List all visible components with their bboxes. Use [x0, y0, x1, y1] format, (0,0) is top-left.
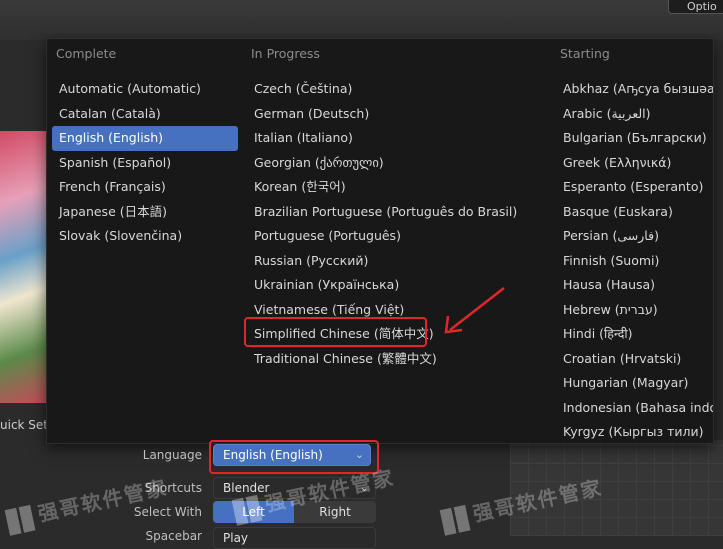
language-menu: Complete In Progress Starting Automatic …: [46, 38, 714, 444]
annotation-box-simplified-chinese: [244, 317, 427, 347]
language-option-selected[interactable]: English (English): [52, 126, 238, 151]
language-option[interactable]: Abkhaz (Аҧсуа бызшәа): [556, 77, 713, 102]
splash-image: [0, 131, 50, 403]
column-header-starting: Starting: [560, 46, 610, 61]
language-dropdown[interactable]: English (English) ⌄: [213, 444, 371, 466]
language-option[interactable]: Basque (Euskara): [556, 200, 713, 225]
column-header-complete: Complete: [56, 46, 117, 61]
language-option[interactable]: Finnish (Suomi): [556, 249, 713, 274]
language-dropdown-value: English (English): [223, 448, 323, 462]
language-option[interactable]: Czech (Čeština): [247, 77, 547, 102]
language-option[interactable]: Catalan (Català): [52, 102, 238, 127]
watermark-logo-icon: [231, 494, 263, 526]
spacebar-label: Spacebar: [145, 529, 202, 543]
language-option[interactable]: Greek (Ελληνικά): [556, 151, 713, 176]
language-option[interactable]: Brazilian Portuguese (Português do Brasi…: [247, 200, 547, 225]
language-option[interactable]: Georgian (ქართული): [247, 151, 547, 176]
language-label: Language: [142, 448, 202, 462]
annotation-arrow-icon: [444, 287, 505, 334]
language-option[interactable]: Hindi (हिन्दी): [556, 322, 713, 347]
language-option[interactable]: Spanish (Español): [52, 151, 238, 176]
watermark-logo-icon: [4, 504, 36, 536]
column-header-in-progress: In Progress: [251, 46, 320, 61]
language-option[interactable]: Portuguese (Português): [247, 224, 547, 249]
language-option[interactable]: Korean (한국어): [247, 175, 547, 200]
language-option[interactable]: Indonesian (Bahasa indon: [556, 396, 713, 421]
language-option[interactable]: Japanese (日本語): [52, 200, 238, 225]
spacebar-dropdown-value: Play: [223, 531, 249, 545]
options-button[interactable]: Optio: [668, 0, 723, 14]
language-option[interactable]: Kyrgyz (Кыргыз тили): [556, 420, 713, 445]
column-complete: Automatic (Automatic) Catalan (Català) E…: [52, 77, 238, 249]
language-option[interactable]: Arabic (العربية): [556, 102, 713, 127]
language-option[interactable]: Bulgarian (Български): [556, 126, 713, 151]
language-option[interactable]: Traditional Chinese (繁體中文): [247, 347, 547, 372]
language-option[interactable]: Croatian (Hrvatski): [556, 347, 713, 372]
language-option[interactable]: Hungarian (Magyar): [556, 371, 713, 396]
language-option[interactable]: German (Deutsch): [247, 102, 547, 127]
language-option[interactable]: Hebrew (עברית): [556, 298, 713, 323]
top-bar: [0, 0, 723, 40]
language-option[interactable]: Esperanto (Esperanto): [556, 175, 713, 200]
chevron-down-icon: ⌄: [354, 448, 364, 461]
language-option[interactable]: French (Français): [52, 175, 238, 200]
spacebar-dropdown[interactable]: Play: [213, 527, 376, 549]
column-starting: Abkhaz (Аҧсуа бызшәа) Arabic (العربية) B…: [556, 77, 713, 445]
quick-setup-label: uick Set: [0, 418, 49, 432]
language-option[interactable]: Italian (Italiano): [247, 126, 547, 151]
language-option[interactable]: Automatic (Automatic): [52, 77, 238, 102]
language-option[interactable]: Persian (فارسی): [556, 224, 713, 249]
language-option[interactable]: Hausa (Hausa): [556, 273, 713, 298]
language-option[interactable]: Russian (Русский): [247, 249, 547, 274]
language-option[interactable]: Slovak (Slovenčina): [52, 224, 238, 249]
watermark-logo-icon: [439, 504, 471, 536]
